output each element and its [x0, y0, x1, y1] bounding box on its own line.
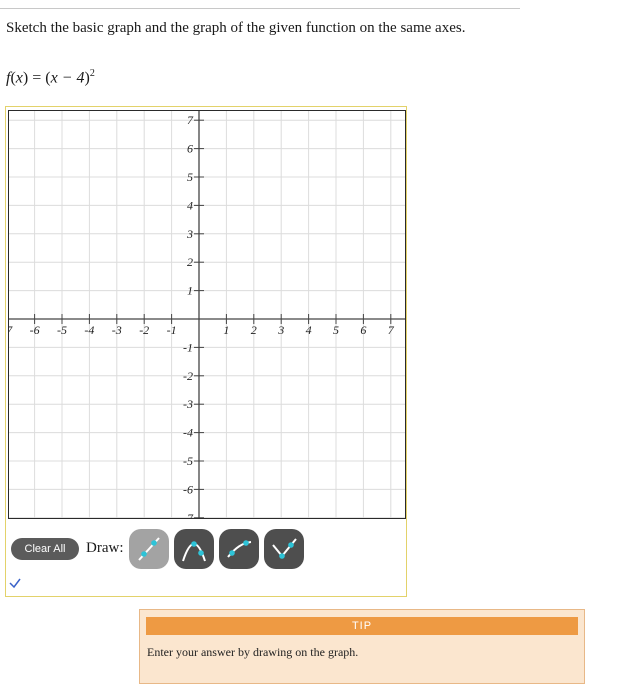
- x-tick-label: -4: [84, 323, 94, 337]
- y-tick-label: -6: [183, 482, 193, 496]
- graph-canvas[interactable]: -7 -6 -5 -4 -3 -2 -1 1 2 3 4 5 6 7 7 6 5 4 3 2 1 -1 -2 -3 -4 -5 -6…: [8, 110, 406, 519]
- parabola-tool-icon: [182, 541, 206, 562]
- x-tick-label: -7: [9, 323, 13, 337]
- y-tick-label: -2: [183, 369, 193, 383]
- y-tick-label: -1: [183, 340, 193, 354]
- y-tick-label: -5: [183, 454, 193, 468]
- draw-toolbar: Clear All Draw:: [6, 527, 406, 571]
- absolute-value-tool-icon: [272, 538, 297, 559]
- y-tick-label: 7: [187, 113, 194, 127]
- top-divider: [0, 8, 520, 9]
- y-tick-label: 3: [186, 227, 193, 241]
- y-tick-label: -7: [183, 511, 194, 518]
- y-tick-label: -3: [183, 397, 193, 411]
- question-text: Sketch the basic graph and the graph of …: [6, 20, 466, 36]
- x-tick-label: 4: [306, 323, 312, 337]
- answer-check-icon: [9, 578, 21, 589]
- x-tick-label: -6: [30, 323, 40, 337]
- tip-title: TIP: [146, 617, 578, 635]
- x-tick-label: 1: [223, 323, 229, 337]
- y-tick-label: 6: [187, 142, 193, 156]
- x-tick-label: -3: [112, 323, 122, 337]
- function-name: f: [6, 69, 11, 87]
- x-tick-label: -1: [167, 323, 177, 337]
- x-tick-label: -2: [139, 323, 149, 337]
- y-tick-label: 4: [187, 198, 193, 212]
- graph-work-area: -7 -6 -5 -4 -3 -2 -1 1 2 3 4 5 6 7 7 6 5 4 3 2 1 -1 -2 -3 -4 -5 -6…: [5, 106, 407, 597]
- tip-box: TIP Enter your answer by drawing on the …: [139, 609, 585, 684]
- x-tick-label: 5: [333, 323, 339, 337]
- line-tool-icon: [138, 537, 160, 561]
- draw-label: Draw:: [86, 540, 124, 556]
- curve-tool-button[interactable]: [219, 529, 259, 569]
- x-tick-label: 2: [251, 323, 257, 337]
- x-tick-label: 3: [277, 323, 284, 337]
- function-variable: x: [15, 69, 23, 87]
- function-expression: f(x) = (x − 4)2: [6, 68, 95, 87]
- tip-text: Enter your answer by drawing on the grap…: [147, 645, 359, 659]
- y-tick-label: -4: [183, 426, 193, 440]
- curve-tool-icon: [227, 540, 252, 558]
- function-power: 2: [89, 68, 95, 79]
- coordinate-grid[interactable]: -7 -6 -5 -4 -3 -2 -1 1 2 3 4 5 6 7 7 6 5 4 3 2 1 -1 -2 -3 -4 -5 -6…: [9, 111, 405, 518]
- clear-all-button[interactable]: Clear All: [11, 538, 79, 560]
- line-tool-button[interactable]: [129, 529, 169, 569]
- x-tick-label: 6: [360, 323, 366, 337]
- y-tick-label: 2: [187, 255, 193, 269]
- parabola-tool-button[interactable]: [174, 529, 214, 569]
- y-tick-label: 1: [187, 284, 193, 298]
- x-tick-label: -5: [57, 323, 67, 337]
- absolute-value-tool-button[interactable]: [264, 529, 304, 569]
- x-tick-label: 7: [388, 323, 395, 337]
- function-shift: x − 4: [50, 69, 85, 87]
- y-tick-label: 5: [187, 170, 193, 184]
